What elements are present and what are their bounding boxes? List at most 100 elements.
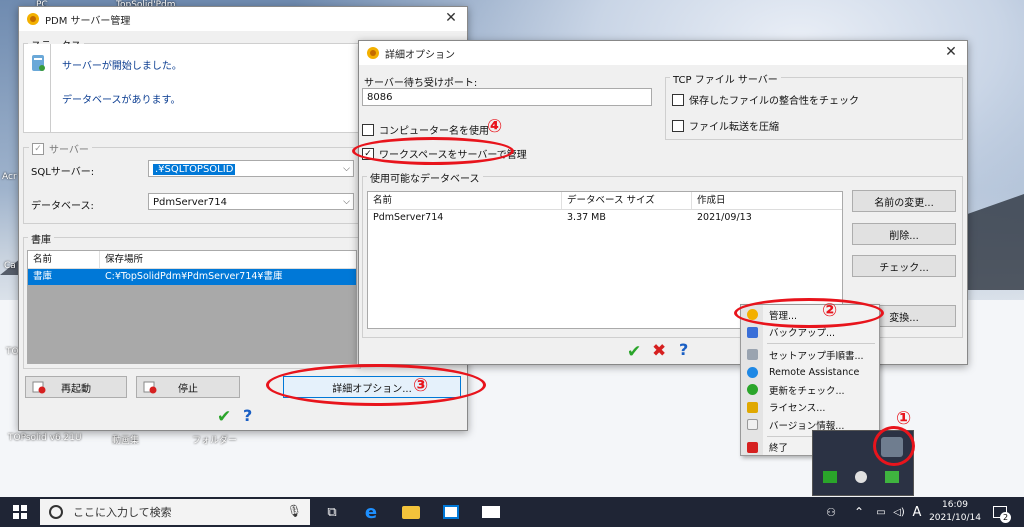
status-panel: サーバーが開始しました。 データベースがあります。 [24,44,360,132]
server-status-icon [30,54,46,75]
search-box[interactable]: ここに入力して検索 🎙 [40,499,310,525]
checkbox-box [672,119,684,132]
column-header[interactable]: データベース サイズ [562,192,692,209]
ok-check-icon[interactable]: ✔ [627,342,641,362]
backup-icon [747,326,758,338]
convert-label: 変換... [889,312,919,324]
menu-item-label: セットアップ手順書... [769,350,864,362]
divider [50,44,51,132]
mail-icon[interactable] [474,497,508,527]
annotation-ellipse [266,364,486,406]
close-icon[interactable]: ✕ [943,44,959,60]
menu-item-check-updates[interactable]: 更新をチェック... [741,381,879,399]
table-cell: 書庫 [33,271,53,282]
ime-indicator[interactable]: A [908,497,926,527]
nvidia-tray-icon[interactable] [823,471,837,483]
group-title: 使用可能なデータベース [367,170,483,185]
stop-button[interactable]: 停止 [136,376,240,398]
table-cell: 2021/09/13 [697,212,752,223]
close-icon[interactable]: ✕ [443,10,459,26]
help-icon[interactable]: ? [243,406,252,425]
column-header[interactable]: 名前 [368,192,562,209]
key-icon [747,401,758,413]
windows-logo-icon [13,505,27,519]
pdm-title-bar[interactable]: PDM サーバー管理 ✕ [19,7,467,31]
table-row[interactable]: 書庫 C:¥TopSolidPdm¥PdmServer714¥書庫 [28,269,356,285]
clock[interactable]: 16:09 2021/10/14 [928,499,982,525]
table-cell: C:¥TopSolidPdm¥PdmServer714¥書庫 [105,271,283,282]
menu-item-license[interactable]: ライセンス... [741,399,879,417]
desktop-icon-label[interactable]: フォルダー [192,433,237,446]
network-icon[interactable]: ▭ [872,497,890,527]
port-value: 8086 [367,92,393,103]
vault-group: 書庫 名前 保存場所 書庫 C:¥TopSolidPdm¥PdmServer71… [23,231,361,369]
cancel-x-icon[interactable]: ✖ [652,341,666,361]
database-value: PdmServer714 [153,197,227,208]
help-icon[interactable]: ? [679,340,688,359]
desktop-icon-label[interactable]: 動画集 [112,433,139,446]
use-computer-name-checkbox[interactable]: コンピューター名を使用 [362,122,489,137]
desktop-icon-label[interactable]: Acr [2,172,17,182]
table-header: 名前 データベース サイズ 作成日 [368,192,842,210]
desktop-icon-label[interactable]: TOPsolid v6.21U [8,433,82,443]
database-combo[interactable]: PdmServer714 ⌵ [148,193,354,210]
taskbar: ここに入力して検索 🎙 ⧉ e ⚇ ⌃ ▭ ◁) A 16:09 2021/10… [0,497,1024,527]
column-header[interactable]: 名前 [28,251,100,268]
people-icon[interactable]: ⚇ [820,497,842,527]
status-group: ステータス サーバーが開始しました。 データベースがあります。 [23,37,361,133]
green-tray-icon[interactable] [885,471,899,483]
port-label: サーバー待ち受けポート: [364,78,478,89]
microphone-icon[interactable]: 🎙 [287,504,302,518]
notification-center-icon[interactable]: 2 [986,497,1014,527]
restart-button[interactable]: 再起動 [25,376,127,398]
stop-label: 停止 [178,383,198,395]
checkbox-label: ファイル転送を圧縮 [689,122,779,133]
time: 16:09 [942,500,968,510]
sql-server-combo[interactable]: .¥SQLTOPSOLID ⌵ [148,160,354,177]
advanced-app-icon [366,46,380,60]
store-icon[interactable] [434,497,468,527]
menu-item-setup-guide[interactable]: セットアップ手順書... [741,346,879,364]
edge-icon[interactable]: e [354,497,388,527]
check-button[interactable]: チェック... [852,255,956,277]
delete-label: 削除... [889,230,919,242]
date: 2021/10/14 [929,513,981,523]
checkbox-box [672,93,684,106]
desktop-icon-label[interactable]: Ca [4,261,16,271]
delete-button[interactable]: 削除... [852,223,956,245]
annotation-ellipse [734,298,884,328]
file-explorer-icon[interactable] [394,497,428,527]
table-header: 名前 保存場所 [28,251,356,269]
column-header[interactable]: 作成日 [692,192,840,209]
checkbox-box [362,123,374,136]
port-input[interactable]: 8086 [362,88,652,106]
task-view-icon[interactable]: ⧉ [316,497,348,527]
rename-button[interactable]: 名前の変更... [852,190,956,212]
rename-label: 名前の変更... [874,197,934,209]
pdm-app-icon [26,12,40,26]
start-button[interactable] [0,497,40,527]
checkbox-label: コンピューター名を使用 [379,126,489,137]
volume-icon[interactable]: ◁) [890,497,908,527]
check-integrity-checkbox[interactable]: 保存したファイルの整合性をチェック [672,92,859,107]
compress-transfer-checkbox[interactable]: ファイル転送を圧縮 [672,118,779,133]
menu-item-remote-assistance[interactable]: Remote Assistance [741,364,879,382]
chevron-up-icon[interactable]: ⌃ [848,497,870,527]
sql-server-label: SQLサーバー: [31,167,95,178]
desktop-icon-label[interactable]: TO [6,347,19,357]
search-icon [49,505,63,519]
table-row[interactable]: PdmServer714 3.37 MB 2021/09/13 [368,210,842,226]
annotation-number: ④ [487,116,503,137]
exit-icon [747,441,758,453]
column-header[interactable]: 保存場所 [100,251,356,268]
security-tray-icon[interactable] [855,471,867,483]
info-icon [747,419,758,430]
menu-item-label: ライセンス... [769,403,826,415]
update-icon [747,384,758,395]
advanced-title-bar[interactable]: 詳細オプション ✕ [359,41,967,65]
server-checkbox[interactable]: ✓ サーバー [29,141,92,156]
annotation-number: ② [822,300,838,321]
ok-check-icon[interactable]: ✔ [217,407,231,427]
menu-item-label: Remote Assistance [769,366,860,378]
chevron-down-icon: ⌵ [343,164,350,174]
